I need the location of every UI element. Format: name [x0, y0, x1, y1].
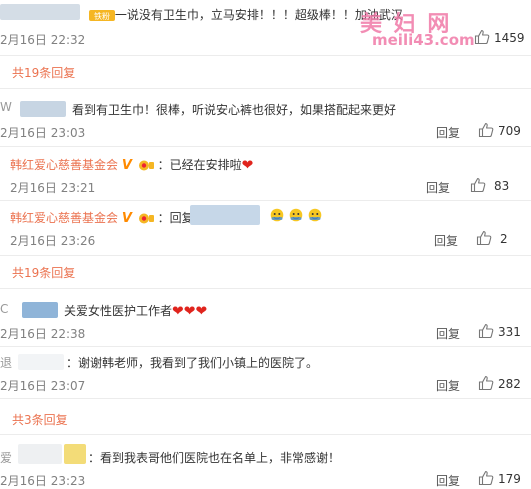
author-name[interactable]: 韩红爱心慈善基金会: [10, 211, 118, 225]
comment-time: 2月16日 23:26: [10, 234, 96, 248]
svg-text:铁粉: 铁粉: [94, 11, 110, 21]
username-fragment: 退: [0, 356, 13, 370]
reply-button[interactable]: 回复: [436, 124, 460, 141]
comment-text: ：看到我表哥他们医院也在名单上，非常感谢！: [88, 451, 341, 465]
yellow-emoji-icon: [289, 208, 303, 221]
comment-1: 铁粉 一说没有卫生巾，立马安排！！！超级棒！！加油武汉: [87, 6, 403, 23]
comment-text: ：已经在安排啦: [157, 158, 242, 172]
comment-time: 2月16日 23:23: [0, 474, 86, 488]
comment-text: 看到有卫生巾！很棒，听说安心裤也很好，如果搭配起来更好: [72, 103, 397, 117]
reply-row: 关爱女性医护工作者❤❤❤: [64, 302, 207, 320]
yellow-emoji-icon: [308, 208, 321, 221]
comment-text: ：回复: [157, 211, 194, 225]
reply-button[interactable]: 回复: [436, 472, 460, 489]
reply-button[interactable]: 回复: [434, 232, 458, 249]
fan-badge-icon: 铁粉: [89, 9, 115, 22]
username-fragment: C: [0, 302, 9, 316]
more-replies-link[interactable]: 共19条回复: [12, 264, 75, 281]
like-count: 179: [498, 472, 521, 486]
like-count: 2: [500, 232, 508, 246]
red-heart-icon: ❤: [172, 303, 184, 320]
comment-time: 2月16日 22:32: [0, 33, 86, 47]
reply-button[interactable]: 回复: [436, 377, 460, 394]
emoji-group: [270, 207, 323, 222]
thumbs-up-icon[interactable]: [476, 230, 492, 246]
username-fragment: 爱: [0, 451, 13, 465]
thumbs-up-icon[interactable]: [478, 122, 494, 138]
thumbs-up-icon[interactable]: [478, 470, 494, 486]
comment-time: 2月16日 23:07: [0, 379, 86, 393]
thumbs-up-icon[interactable]: [474, 29, 490, 45]
verified-v-icon: V: [121, 158, 132, 173]
like-count: 282: [498, 377, 521, 391]
thumbs-up-icon[interactable]: [470, 177, 486, 193]
more-replies-link[interactable]: 共19条回复: [12, 64, 75, 81]
comment-text: ：谢谢韩老师，我看到了我们小镇上的医院了。: [66, 356, 319, 370]
like-count: 1459: [494, 31, 525, 45]
comment-time: 2月16日 22:38: [0, 327, 86, 341]
comment-text: 关爱女性医护工作者: [64, 304, 173, 318]
red-heart-icon: ❤: [241, 157, 254, 174]
thumbs-up-icon[interactable]: [478, 375, 494, 391]
author-name[interactable]: 韩红爱心慈善基金会: [10, 158, 118, 172]
reply-button[interactable]: 回复: [426, 179, 450, 196]
reply-row: 韩红爱心慈善基金会 V ：已经在安排啦❤: [10, 156, 253, 174]
reply-button[interactable]: 回复: [436, 325, 460, 342]
red-heart-icon: ❤: [195, 303, 208, 320]
username-fragment: W: [0, 100, 12, 114]
like-count: 83: [494, 179, 510, 193]
yellow-emoji-icon: [270, 208, 284, 221]
comment-time: 2月16日 23:21: [10, 181, 96, 195]
watermark-url: meili43.com: [372, 31, 475, 49]
fan-badge-icon: [138, 159, 154, 172]
thumbs-up-icon[interactable]: [478, 323, 494, 339]
red-heart-icon: ❤: [183, 303, 196, 320]
like-count: 331: [498, 325, 521, 339]
reply-row: 韩红爱心慈善基金会 V ：回复: [10, 209, 194, 226]
verified-v-icon: V: [121, 211, 132, 226]
comment-time: 2月16日 23:03: [0, 126, 86, 140]
more-replies-link[interactable]: 共3条回复: [12, 411, 68, 428]
fan-badge-icon: [138, 212, 154, 225]
like-count: 709: [498, 124, 521, 138]
